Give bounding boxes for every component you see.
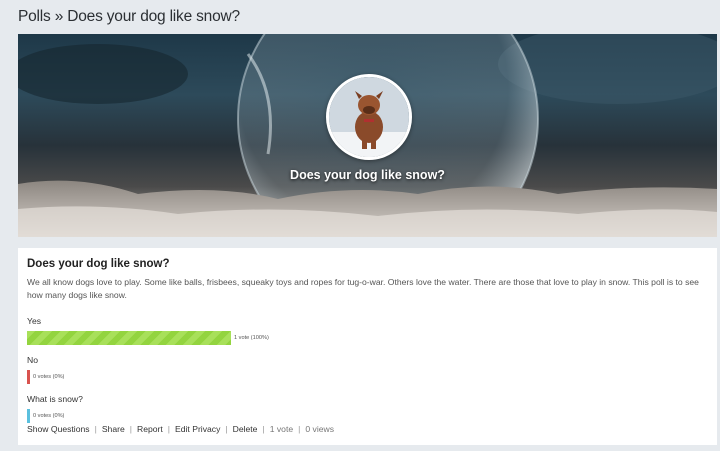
- dog-photo: [329, 77, 409, 157]
- option-label: Yes: [27, 316, 42, 326]
- poll-banner: Does your dog like snow?: [18, 34, 717, 237]
- view-count: 0 views: [305, 424, 335, 434]
- vote-count: 1 vote: [269, 424, 294, 434]
- poll-card: Does your dog like snow? We all know dog…: [18, 248, 717, 445]
- report-link[interactable]: Report: [137, 424, 163, 434]
- option-vote-count: 1 vote (100%): [234, 335, 269, 341]
- result-bar: [27, 370, 30, 384]
- breadcrumb: Polls » Does your dog like snow?: [18, 8, 240, 26]
- poll-option-no: No 0 votes (0%): [27, 355, 708, 384]
- result-bar: [27, 331, 231, 345]
- poll-actions: Show Questions | Share | Report | Edit Privacy…: [27, 424, 335, 434]
- edit-privacy-link[interactable]: Edit Privacy: [175, 424, 220, 434]
- poll-avatar: [326, 74, 412, 160]
- poll-option-what-is-snow: What is snow? 0 votes (0%): [27, 394, 708, 423]
- poll-question-title: Does your dog like snow?: [27, 258, 170, 270]
- poll-description: We all know dogs love to play. Some like…: [27, 277, 699, 300]
- result-bar: [27, 409, 30, 423]
- show-questions-link[interactable]: Show Questions: [27, 424, 90, 434]
- page-title: Does your dog like snow?: [67, 8, 240, 25]
- option-label: No: [27, 355, 38, 365]
- breadcrumb-separator: »: [54, 8, 64, 25]
- delete-link[interactable]: Delete: [233, 424, 258, 434]
- option-vote-count: 0 votes (0%): [33, 413, 65, 419]
- option-vote-count: 0 votes (0%): [33, 374, 65, 380]
- poll-option-yes: Yes 1 vote (100%): [27, 316, 708, 345]
- option-label: What is snow?: [27, 394, 83, 404]
- breadcrumb-polls-link[interactable]: Polls: [18, 8, 51, 25]
- banner-title: Does your dog like snow?: [290, 168, 445, 182]
- share-link[interactable]: Share: [102, 424, 125, 434]
